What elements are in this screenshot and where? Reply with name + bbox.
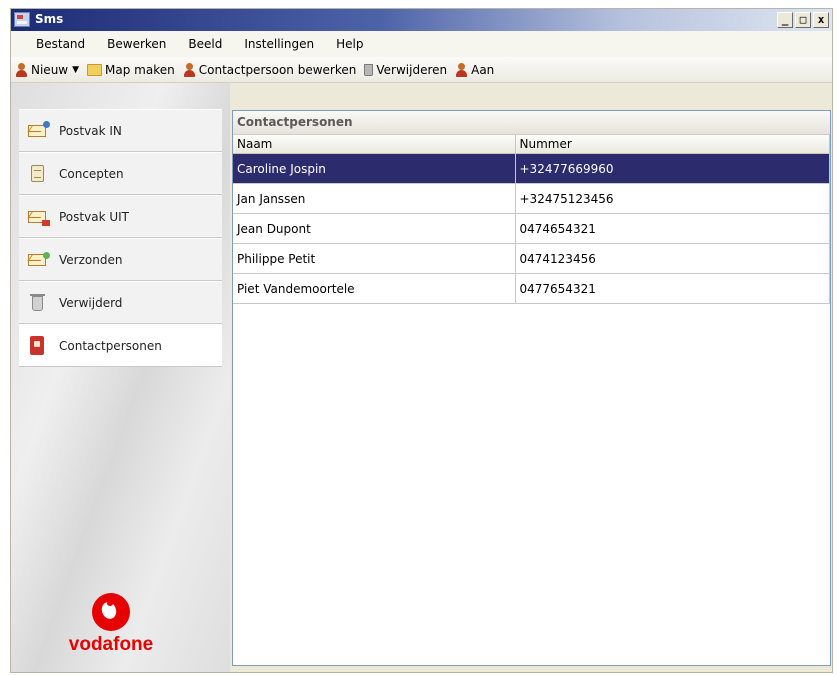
sidebar-item-postvak-uit[interactable]: Postvak UIT	[19, 195, 222, 238]
contact-number: 0474654321	[515, 213, 830, 244]
sidebar-item-label: Contactpersonen	[59, 338, 162, 353]
delete-label: Verwijderen	[376, 62, 448, 77]
sidebar-item-label: Verwijderd	[59, 295, 123, 310]
drafts-icon	[26, 163, 50, 185]
table-row[interactable]: Piet Vandemoortele 0477654321	[233, 273, 830, 304]
title-bar[interactable]: Sms _ □ x	[11, 9, 832, 31]
outbox-icon	[26, 206, 50, 228]
edit-contact-button[interactable]: Contactpersoon bewerken	[183, 62, 357, 77]
on-button[interactable]: Aan	[455, 62, 495, 77]
inbox-icon	[26, 120, 50, 142]
minimize-button[interactable]: _	[777, 12, 793, 28]
contact-name: Philippe Petit	[233, 243, 516, 274]
sidebar: Postvak IN Concepten Postvak UIT Verzond…	[11, 83, 230, 672]
contact-number: 0477654321	[515, 273, 830, 304]
menu-bar: Bestand Bewerken Beeld Instellingen Help	[11, 31, 832, 58]
sidebar-item-postvak-in[interactable]: Postvak IN	[19, 109, 222, 152]
sidebar-item-label: Verzonden	[59, 252, 123, 267]
window-title: Sms	[35, 12, 64, 26]
table-row[interactable]: Philippe Petit 0474123456	[233, 243, 830, 274]
make-folder-label: Map maken	[105, 62, 175, 77]
folder-icon	[87, 63, 103, 76]
vodafone-speechmark-icon	[92, 593, 130, 631]
column-header-nummer[interactable]: Nummer	[515, 135, 830, 154]
column-header-naam[interactable]: Naam	[233, 135, 516, 154]
sidebar-item-label: Postvak IN	[59, 123, 122, 138]
chevron-down-icon[interactable]: ▼	[72, 65, 79, 75]
contact-number: +32475123456	[515, 183, 830, 214]
contact-name: Jan Janssen	[233, 183, 516, 214]
sidebar-item-concepten[interactable]: Concepten	[19, 152, 222, 195]
contact-number: 0474123456	[515, 243, 830, 274]
toolbar: Nieuw ▼ Map maken Contactpersoon bewerke…	[11, 57, 832, 83]
contact-number: +32477669960	[515, 153, 830, 184]
menu-bestand[interactable]: Bestand	[25, 37, 96, 51]
sidebar-item-label: Postvak UIT	[59, 209, 129, 224]
sidebar-item-contactpersonen[interactable]: Contactpersonen	[19, 324, 222, 367]
contact-name: Piet Vandemoortele	[233, 273, 516, 304]
sms-app-icon	[14, 12, 30, 27]
new-button[interactable]: Nieuw ▼	[15, 62, 79, 77]
person-icon	[455, 62, 468, 77]
on-label: Aan	[471, 62, 495, 77]
edit-contact-label: Contactpersoon bewerken	[198, 62, 357, 77]
make-folder-button[interactable]: Map maken	[87, 63, 175, 77]
table-header-row: Naam Nummer	[233, 135, 830, 154]
close-button[interactable]: x	[813, 12, 829, 28]
menu-instellingen[interactable]: Instellingen	[233, 37, 325, 51]
table-row[interactable]: Jean Dupont 0474654321	[233, 213, 830, 244]
table-row[interactable]: Caroline Jospin +32477669960	[233, 153, 830, 184]
table-row[interactable]: Jan Janssen +32475123456	[233, 183, 830, 214]
menu-bewerken[interactable]: Bewerken	[96, 37, 177, 51]
new-label: Nieuw	[31, 62, 69, 77]
vodafone-logo: vodafone	[51, 593, 171, 672]
contacts-icon	[26, 335, 50, 357]
sidebar-item-label: Concepten	[59, 166, 124, 181]
sms-window: Sms _ □ x Bestand Bewerken Beeld Instell…	[10, 8, 833, 673]
sidebar-item-verzonden[interactable]: Verzonden	[19, 238, 222, 281]
contacts-panel: Contactpersonen Naam Nummer Caroline Jos…	[232, 110, 831, 666]
delete-button[interactable]: Verwijderen	[364, 63, 447, 77]
maximize-button[interactable]: □	[795, 12, 811, 28]
menu-help[interactable]: Help	[325, 37, 374, 51]
edit-contact-icon	[183, 62, 196, 77]
panel-title: Contactpersonen	[233, 111, 830, 135]
new-contact-icon	[15, 62, 28, 77]
contacts-table: Naam Nummer Caroline Jospin +32477669960…	[233, 135, 830, 304]
sidebar-item-verwijderd[interactable]: Verwijderd	[19, 281, 222, 324]
menu-beeld[interactable]: Beeld	[177, 37, 233, 51]
contact-name: Caroline Jospin	[233, 153, 516, 184]
trash-icon	[364, 63, 374, 76]
vodafone-wordmark: vodafone	[68, 634, 154, 655]
sent-icon	[26, 249, 50, 271]
trash-icon	[26, 292, 50, 314]
contact-name: Jean Dupont	[233, 213, 516, 244]
